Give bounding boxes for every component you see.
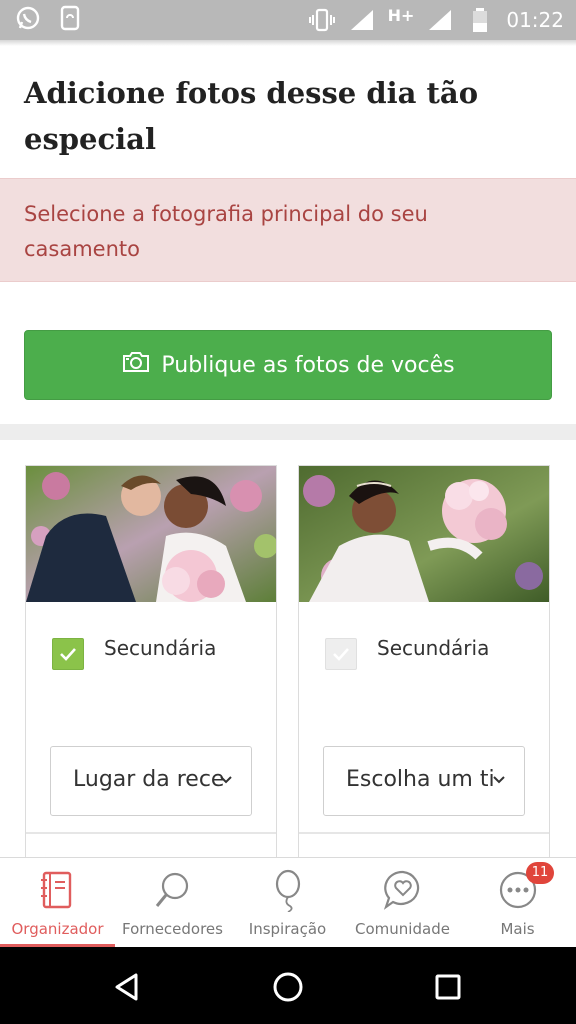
select-value: Lugar da rece [73,767,225,792]
notification-badge: 11 [526,862,554,884]
wedding-photo-bride[interactable] [299,466,549,602]
page-title: Adicione fotos desse dia tão especial [24,76,479,156]
back-icon[interactable] [102,961,154,1013]
whatsapp-icon [14,4,42,32]
publish-photos-button[interactable]: Publique as fotos de vocês [24,330,552,400]
clock: 01:22 [506,8,564,32]
select-value: Escolha um ti [346,767,495,792]
organizer-book-icon [36,868,80,912]
network-type: H+ [387,5,415,25]
photo-card: Secundária Escolha um ti [298,465,550,885]
alert-text: Selecione a fotografia principal do seu … [24,202,428,261]
vibrate-icon [308,6,336,34]
nav-label: Organizador [11,920,104,938]
balloon-icon [266,868,310,913]
wedding-photo-kiss[interactable] [26,466,276,602]
card-divider [299,832,549,834]
secondary-checkbox[interactable] [325,638,357,670]
chevron-down-icon [492,771,506,790]
nav-item-community[interactable]: Comunidade [345,858,460,947]
nav-item-organizer[interactable]: Organizador [0,858,115,947]
nav-item-more[interactable]: 11 Mais [460,858,575,947]
nav-label: Fornecedores [122,920,223,938]
nav-item-suppliers[interactable]: Fornecedores [115,858,230,947]
header-shadow [0,40,576,46]
chevron-down-icon [219,771,233,790]
status-bar: H+ 01:22 [0,0,576,40]
nav-label: Mais [500,920,535,938]
card-divider [26,832,276,834]
signal-icon [348,6,376,34]
alert-banner: Selecione a fotografia principal do seu … [0,178,576,282]
secondary-checkbox[interactable] [52,638,84,670]
photo-type-select[interactable]: Escolha um ti [323,746,525,816]
battery-icon [466,6,494,34]
check-icon [60,648,76,661]
home-icon[interactable] [262,961,314,1013]
magnifier-icon [151,868,195,912]
photo-category-select[interactable]: Lugar da rece [50,746,252,816]
section-divider [0,424,576,440]
checkbox-label: Secundária [104,636,217,660]
recents-icon[interactable] [422,961,474,1013]
system-navigation-bar [0,947,576,1024]
nav-item-inspiration[interactable]: Inspiração [230,858,345,947]
checkbox-label: Secundária [377,636,490,660]
signal-icon [426,6,454,34]
chat-heart-icon [381,868,425,912]
nav-label: Inspiração [248,920,327,938]
bottom-navigation: Organizador Fornecedores Inspiração Comu… [0,857,576,947]
check-icon [333,648,349,661]
phone-sync-icon [56,4,84,32]
nav-label: Comunidade [355,920,450,938]
camera-icon [121,350,151,380]
publish-button-label: Publique as fotos de vocês [161,352,455,378]
photo-card: Secundária Lugar da rece [25,465,277,885]
